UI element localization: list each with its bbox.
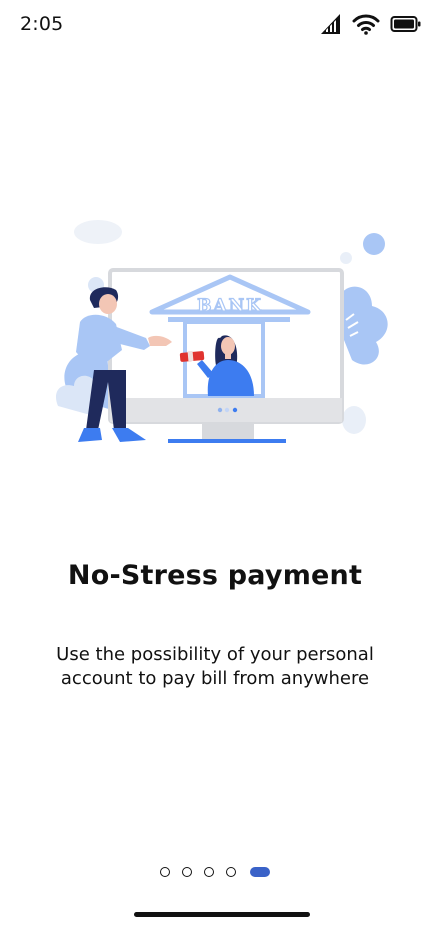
plant-leaves (55, 375, 94, 416)
decor-circle (363, 233, 385, 255)
plant-leaves (342, 406, 366, 434)
customer-shoe (78, 428, 102, 442)
page-dot-active[interactable] (250, 867, 270, 877)
monitor-base (168, 439, 286, 443)
home-indicator[interactable] (134, 912, 310, 917)
bank-sign: BANK (197, 296, 263, 316)
status-bar: 2:05 (0, 0, 430, 50)
battery-icon (390, 15, 422, 33)
status-icons (320, 12, 422, 36)
page-dot[interactable] (204, 867, 214, 877)
status-time: 2:05 (20, 13, 64, 35)
decor-circle (340, 252, 352, 264)
page-dot[interactable] (160, 867, 170, 877)
page-dot[interactable] (226, 867, 236, 877)
cellular-signal-icon (320, 13, 342, 35)
page-dot[interactable] (182, 867, 192, 877)
bank-counter-illustration: BANK (50, 220, 395, 455)
customer-shoe (112, 428, 146, 442)
page-indicator[interactable] (0, 864, 430, 880)
cloud-blob (74, 220, 122, 244)
monitor-stand (202, 422, 254, 440)
plant-leaves (340, 286, 388, 365)
onboarding-description: Use the possibility of your personal acc… (56, 644, 374, 689)
wifi-icon (352, 13, 380, 35)
onboarding-title: No-Stress payment (67, 560, 363, 591)
